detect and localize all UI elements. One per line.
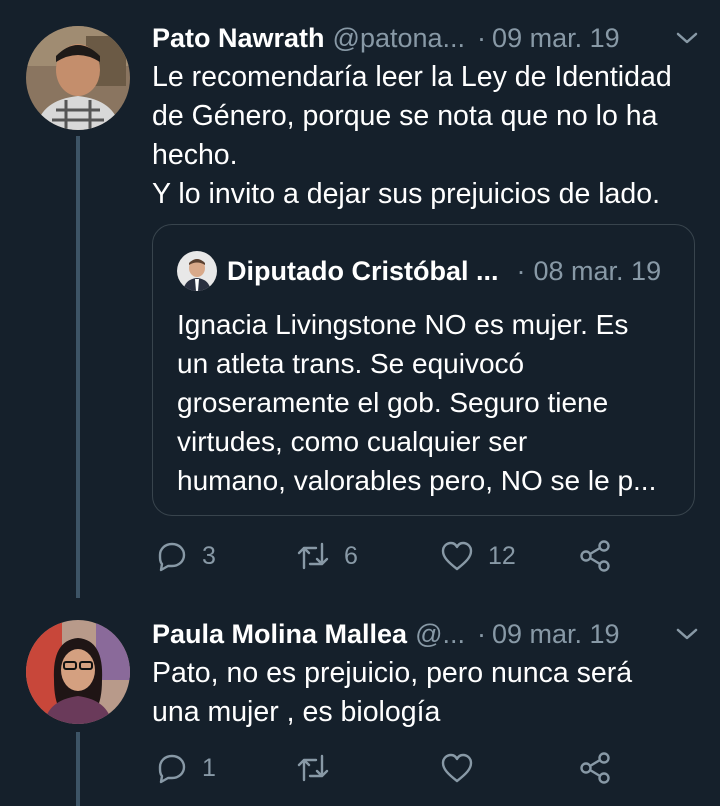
like-count: 12 [488,541,516,570]
reply-count: 1 [202,753,216,782]
reply-icon [158,754,186,784]
share-button[interactable] [578,748,612,788]
quoted-tweet-date: 08 mar. 19 [533,255,662,286]
heart-icon [441,753,473,783]
tweet-actions: 3 6 12 [152,536,700,576]
separator-dot: · [477,618,486,649]
author-name[interactable]: Pato Nawrath [152,23,325,54]
tweet-header: Pato Nawrath @patona... · 09 mar. 19 [152,18,700,58]
tweet-header: Paula Molina Mallea @... · 09 mar. 19 [152,614,700,654]
like-button[interactable]: 12 [440,536,516,576]
tweet-content: Pato Nawrath @patona... · 09 mar. 19 Le … [152,18,700,214]
reply-icon [158,542,186,572]
tweet-date[interactable]: 09 mar. 19 [492,619,620,650]
share-icon [580,752,610,784]
separator-dot: · [516,255,526,286]
author-handle[interactable]: @patona... [333,23,466,54]
avatar[interactable] [26,620,130,724]
tweet-text-line: de Género, porque se nota que no lo ha [152,100,658,132]
like-button[interactable] [440,748,488,788]
tweet-text: Le recomendaría leer la Ley de Identidad… [152,58,700,214]
tweet-text-line: Le recomendaría leer la Ley de Identidad [152,61,672,93]
retweet-button[interactable]: 6 [296,536,358,576]
tweet[interactable]: Pato Nawrath @patona... · 09 mar. 19 Le … [0,0,720,598]
reply-count: 3 [202,541,216,570]
quoted-tweet-text: Ignacia Livingstone NO es mujer. Es un a… [177,305,674,500]
separator-dot: · [477,22,487,53]
reply-button[interactable]: 1 [156,748,216,788]
quoted-text-line: groseramente el gob. Seguro tiene [177,387,609,418]
tweet-content: Paula Molina Mallea @... · 09 mar. 19 Pa… [152,614,700,732]
author-name[interactable]: Paula Molina Mallea [152,619,407,650]
tweet-text-line: una mujer , es biología [152,696,441,728]
author-handle[interactable]: @... [415,619,465,650]
tweet-date[interactable]: 09 mar. 19 [492,23,620,54]
thread-line [76,136,80,598]
quoted-text-line: humano, valorables pero, NO se le p... [177,465,657,496]
quoted-tweet-header: Diputado Cristóbal ... · 08 mar. 19 [177,251,661,291]
quoted-text-line: Ignacia Livingstone NO es mujer. Es [177,309,629,340]
tweet-actions: 1 [152,748,700,788]
share-button[interactable] [578,536,612,576]
reply-button[interactable]: 3 [156,536,216,576]
tweet-text-line: Y lo invito a dejar sus prejuicios de la… [152,178,661,210]
tweet-text-line: Pato, no es prejuicio, pero nunca será [152,657,633,689]
quoted-text-line: un atleta trans. Se equivocó [177,348,525,379]
chevron-down-icon[interactable] [674,25,700,51]
chevron-down-icon[interactable] [674,621,700,647]
retweet-count: 6 [344,541,358,570]
avatar[interactable] [26,26,130,130]
quoted-tweet[interactable]: Diputado Cristóbal ... · 08 mar. 19 Igna… [152,224,695,516]
tweet-text-line: hecho. [152,139,238,171]
retweet-button[interactable] [296,748,344,788]
retweet-icon [297,542,329,570]
retweet-icon [297,754,329,782]
quoted-avatar [177,251,217,291]
quoted-author-name: Diputado Cristóbal ... [227,255,499,286]
share-icon [580,540,610,572]
tweet[interactable]: Paula Molina Mallea @... · 09 mar. 19 Pa… [0,598,720,806]
tweet-text: Pato, no es prejuicio, pero nunca será u… [152,654,700,732]
heart-icon [441,541,473,571]
thread-line [76,732,80,806]
quoted-text-line: virtudes, como cualquier ser [177,426,528,457]
